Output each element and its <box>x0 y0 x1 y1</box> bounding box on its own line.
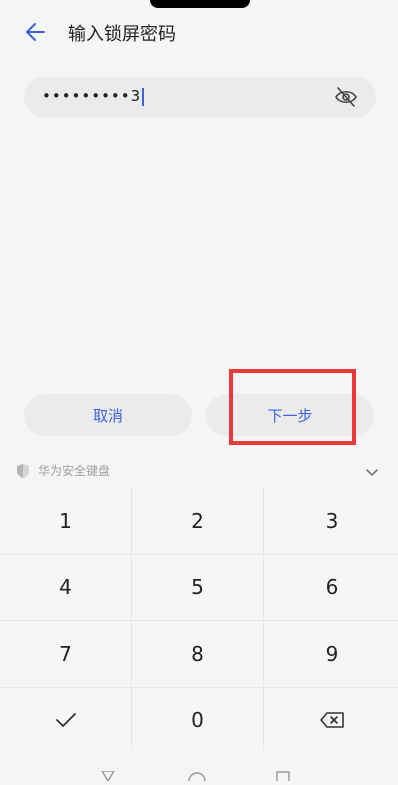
shield-icon <box>16 463 30 479</box>
confirm-key[interactable] <box>0 687 131 753</box>
key-0[interactable]: 0 <box>132 687 263 753</box>
keyboard-header: 华为安全键盘 <box>0 454 398 488</box>
square-recent-icon <box>276 771 290 781</box>
back-button[interactable] <box>22 18 50 46</box>
key-7[interactable]: 7 <box>0 621 131 687</box>
triangle-back-icon <box>100 770 116 783</box>
highlight-annotation <box>229 369 356 445</box>
keyboard-label: 华为安全键盘 <box>38 464 111 478</box>
page-title: 输入锁屏密码 <box>68 24 176 45</box>
collapse-keyboard-button[interactable] <box>364 464 380 478</box>
key-3[interactable]: 3 <box>264 488 398 554</box>
camera-notch <box>150 0 250 8</box>
key-1[interactable]: 1 <box>0 488 131 554</box>
key-8[interactable]: 8 <box>132 621 263 687</box>
numeric-keypad: 1 2 3 4 5 6 7 8 9 0 <box>0 488 398 753</box>
password-field[interactable]: •••••••••3 <box>24 77 376 117</box>
key-5[interactable]: 5 <box>132 554 263 620</box>
password-text: •••••••••3 <box>42 87 142 105</box>
toggle-visibility-button[interactable] <box>334 86 358 108</box>
backspace-key[interactable] <box>264 687 398 753</box>
eye-off-icon <box>335 87 357 107</box>
key-6[interactable]: 6 <box>264 554 398 620</box>
password-value[interactable]: •••••••••3 <box>42 87 144 106</box>
backspace-icon <box>320 712 344 729</box>
checkmark-icon <box>55 713 76 728</box>
key-2[interactable]: 2 <box>132 488 263 554</box>
header: 输入锁屏密码 <box>0 10 398 54</box>
chevron-down-icon <box>366 469 378 476</box>
cancel-button[interactable]: 取消 <box>24 394 192 436</box>
arrow-left-icon <box>26 23 45 41</box>
key-9[interactable]: 9 <box>264 621 398 687</box>
text-caret <box>142 87 144 106</box>
key-4[interactable]: 4 <box>0 554 131 620</box>
system-navigation-bar <box>0 750 398 783</box>
circle-home-icon <box>188 772 206 782</box>
